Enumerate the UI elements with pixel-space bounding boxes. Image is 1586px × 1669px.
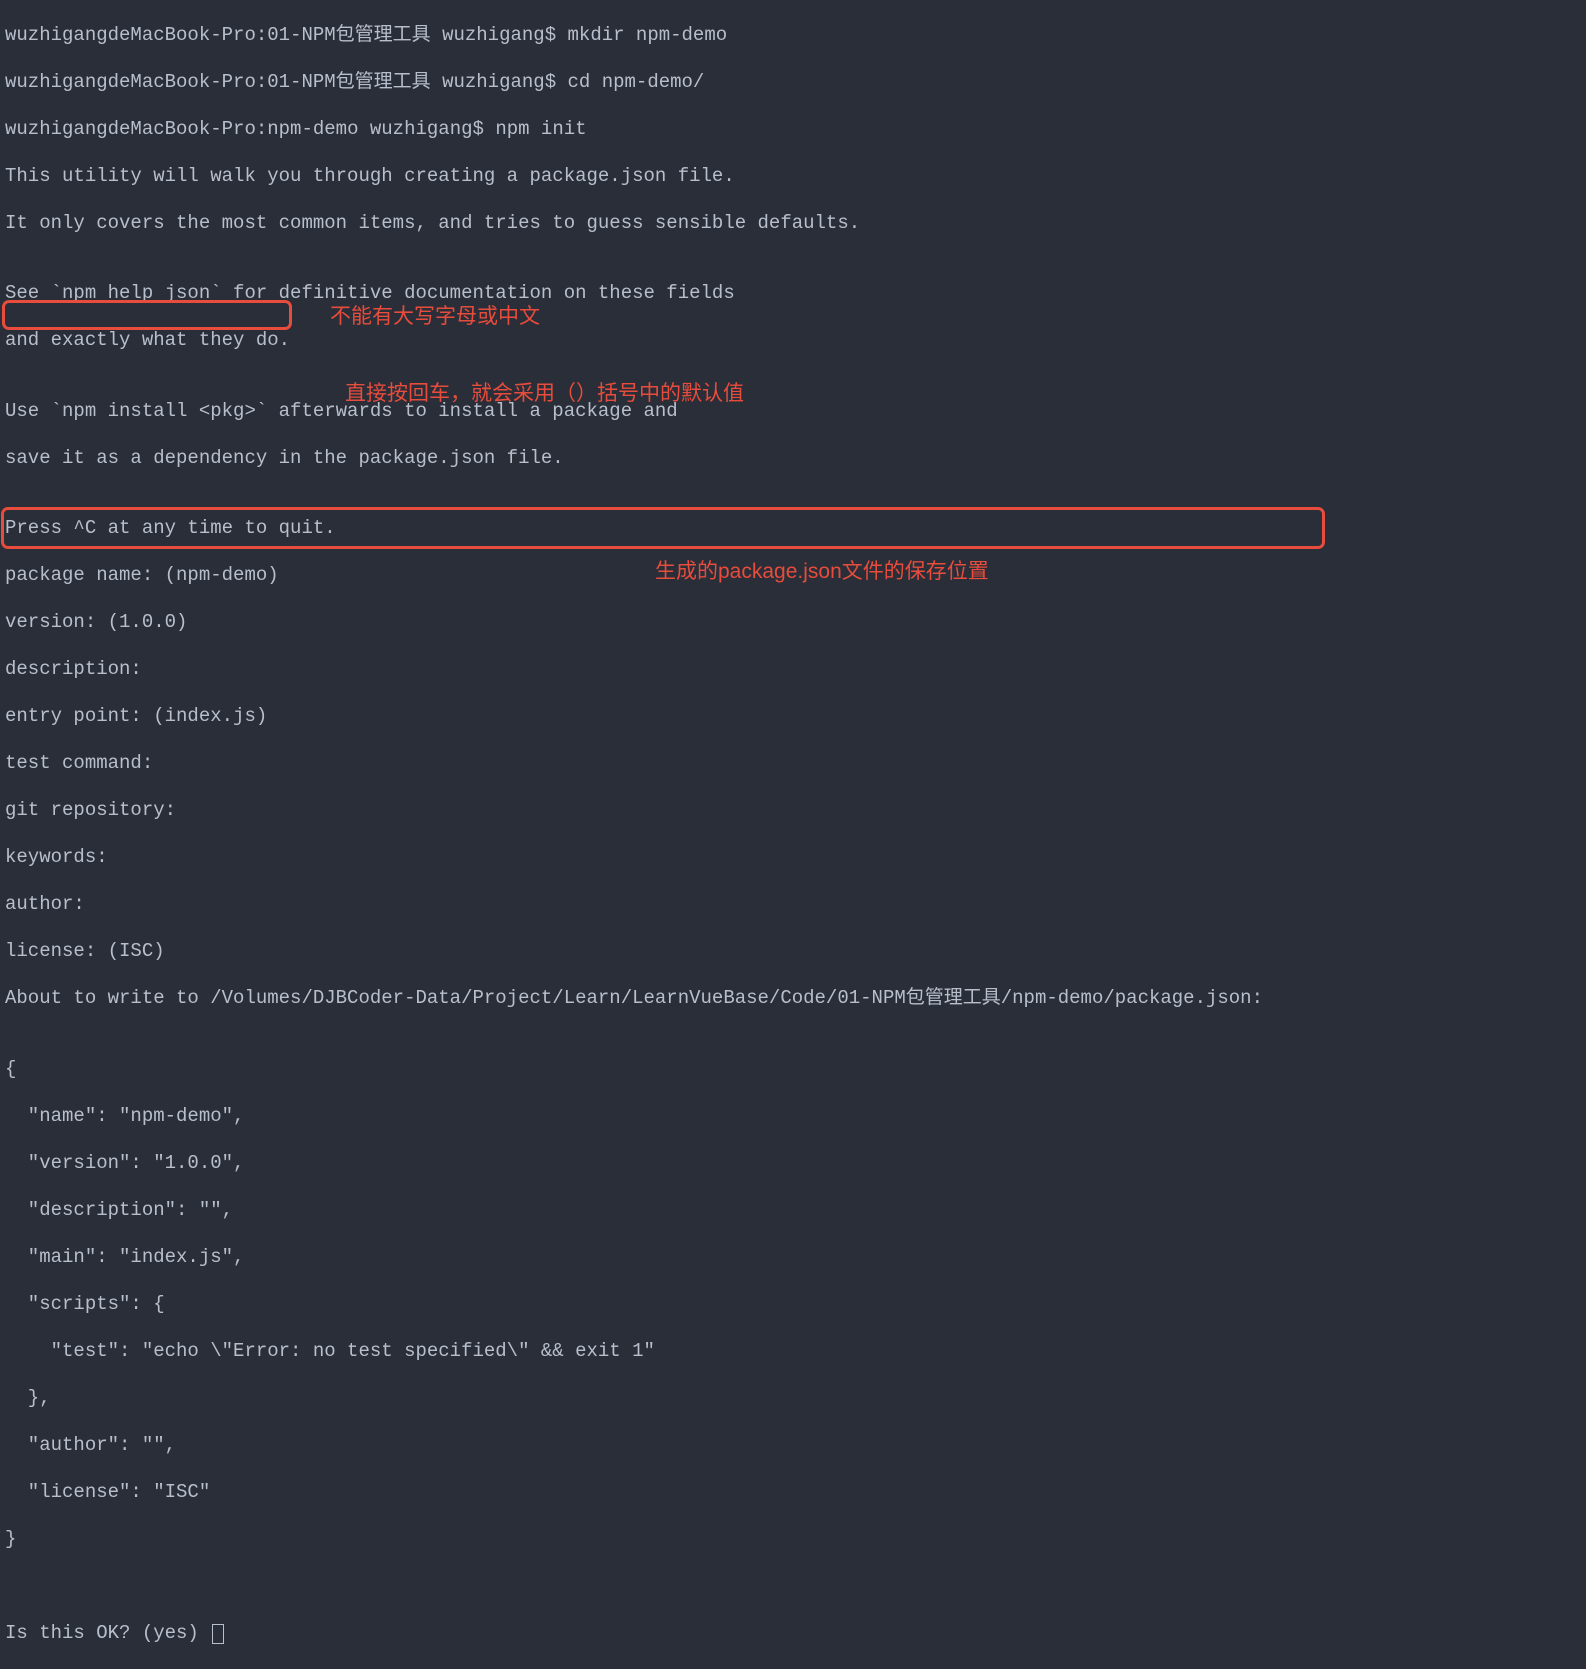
- output-line-author: author:: [5, 893, 1581, 917]
- confirm-text: Is this OK? (yes): [5, 1622, 210, 1644]
- output-line-json: "test": "echo \"Error: no test specified…: [5, 1340, 1581, 1364]
- annotation-text-1: 不能有大写字母或中文: [330, 305, 540, 329]
- output-line-json: "version": "1.0.0",: [5, 1152, 1581, 1176]
- prompt-line-2: wuzhigangdeMacBook-Pro:01-NPM包管理工具 wuzhi…: [5, 71, 1581, 95]
- dir: 01-NPM包管理工具: [267, 24, 430, 46]
- output-line-json: "description": "",: [5, 1199, 1581, 1223]
- output-line-keywords: keywords:: [5, 846, 1581, 870]
- output-line: See `npm help json` for definitive docum…: [5, 282, 1581, 306]
- dir: npm-demo: [267, 118, 358, 140]
- output-line: save it as a dependency in the package.j…: [5, 447, 1581, 471]
- output-line-json: "license": "ISC": [5, 1481, 1581, 1505]
- output-line-json: "scripts": {: [5, 1293, 1581, 1317]
- output-line-json: "name": "npm-demo",: [5, 1105, 1581, 1129]
- cmd: npm init: [495, 118, 586, 140]
- output-line-git-repository: git repository:: [5, 799, 1581, 823]
- output-line: Use `npm install <pkg>` afterwards to in…: [5, 400, 1581, 424]
- output-line-test-command: test command:: [5, 752, 1581, 776]
- output-line-json: }: [5, 1528, 1581, 1552]
- cursor-icon[interactable]: [212, 1624, 224, 1644]
- cmd: mkdir npm-demo: [568, 24, 728, 46]
- output-line: This utility will walk you through creat…: [5, 165, 1581, 189]
- output-line-json: {: [5, 1058, 1581, 1082]
- output-line-license: license: (ISC): [5, 940, 1581, 964]
- output-line: Press ^C at any time to quit.: [5, 517, 1581, 541]
- annotation-text-2: 直接按回车，就会采用（）括号中的默认值: [345, 382, 744, 406]
- user: wuzhigang: [370, 118, 473, 140]
- prompt-line-1: wuzhigangdeMacBook-Pro:01-NPM包管理工具 wuzhi…: [5, 24, 1581, 48]
- output-line-confirm: Is this OK? (yes): [5, 1622, 1581, 1646]
- host: wuzhigangdeMacBook-Pro: [5, 71, 256, 93]
- dir: 01-NPM包管理工具: [267, 71, 430, 93]
- host: wuzhigangdeMacBook-Pro: [5, 24, 256, 46]
- prompt-line-3: wuzhigangdeMacBook-Pro:npm-demo wuzhigan…: [5, 118, 1581, 142]
- annotation-text-3: 生成的package.json文件的保存位置: [655, 560, 989, 584]
- output-line-json: "author": "",: [5, 1434, 1581, 1458]
- output-line-json: "main": "index.js",: [5, 1246, 1581, 1270]
- output-line-json: },: [5, 1387, 1581, 1411]
- terminal-output[interactable]: wuzhigangdeMacBook-Pro:01-NPM包管理工具 wuzhi…: [0, 0, 1586, 1669]
- output-line-about-to-write: About to write to /Volumes/DJBCoder-Data…: [5, 987, 1581, 1011]
- user: wuzhigang: [442, 71, 545, 93]
- output-line-entry-point: entry point: (index.js): [5, 705, 1581, 729]
- output-line: It only covers the most common items, an…: [5, 212, 1581, 236]
- output-line: and exactly what they do.: [5, 329, 1581, 353]
- host: wuzhigangdeMacBook-Pro: [5, 118, 256, 140]
- output-line-description: description:: [5, 658, 1581, 682]
- cmd: cd npm-demo/: [568, 71, 705, 93]
- user: wuzhigang: [442, 24, 545, 46]
- output-line-version: version: (1.0.0): [5, 611, 1581, 635]
